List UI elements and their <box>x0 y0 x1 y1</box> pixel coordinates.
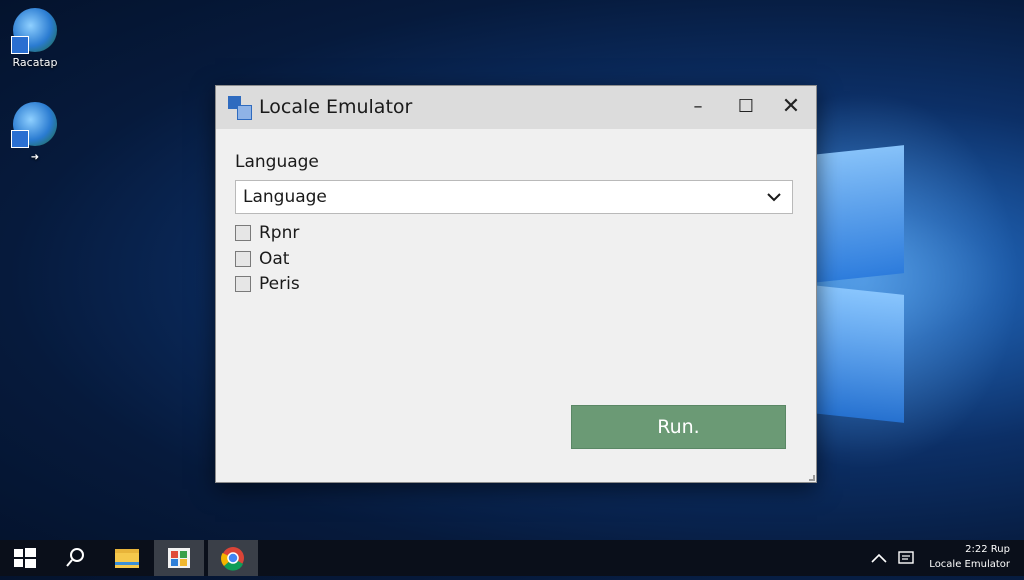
language-select-value: Language <box>243 187 327 207</box>
network-icon[interactable] <box>896 540 920 576</box>
checkbox[interactable] <box>235 251 251 267</box>
chevron-up-icon[interactable] <box>868 540 890 576</box>
minimize-button[interactable]: – <box>680 92 716 122</box>
maximize-button[interactable]: ☐ <box>728 92 764 122</box>
file-explorer-button[interactable] <box>102 540 152 576</box>
language-select[interactable]: Language <box>235 180 793 214</box>
title-bar[interactable]: Locale Emulator – ☐ ✕ <box>216 86 816 129</box>
checkbox-label: Oat <box>259 249 290 269</box>
locale-emulator-icon <box>228 96 252 120</box>
windows-start-icon <box>14 548 36 568</box>
checkbox[interactable] <box>235 225 251 241</box>
windows-wallpaper-logo <box>812 145 912 430</box>
chrome-icon <box>221 547 244 571</box>
taskbar: 2:22 Rup Locale Emulator <box>0 540 1024 576</box>
close-button[interactable]: ✕ <box>773 92 809 122</box>
locale-emulator-window: Locale Emulator – ☐ ✕ Language Language … <box>215 85 817 483</box>
chevron-down-icon <box>767 193 781 202</box>
desktop-icon-label: Racatap <box>12 56 58 69</box>
resize-grip[interactable] <box>809 475 815 481</box>
chrome-button[interactable] <box>208 540 258 576</box>
search-icon <box>66 548 84 567</box>
checkbox-label: Peris <box>259 274 300 294</box>
clock-time: 2:22 Rup <box>965 544 1010 555</box>
folder-icon <box>115 549 139 568</box>
desktop-icon-racatap[interactable]: Racatap <box>3 8 67 69</box>
run-button[interactable]: Run. <box>571 405 786 449</box>
system-clock[interactable]: 2:22 Rup Locale Emulator <box>928 542 1010 572</box>
checkbox[interactable] <box>235 276 251 292</box>
checkbox-label: Rpnr <box>259 223 300 243</box>
window-title: Locale Emulator <box>259 96 413 118</box>
globe-app-icon <box>11 8 57 54</box>
shortcut-arrow-icon: ➜ <box>30 152 40 163</box>
language-label: Language <box>235 152 319 172</box>
store-app-icon <box>168 548 190 568</box>
globe-app-icon <box>11 102 57 148</box>
tray-app-name: Locale Emulator <box>929 559 1010 570</box>
start-button[interactable] <box>0 540 50 576</box>
desktop-icon-second[interactable]: ➜ <box>3 102 67 163</box>
search-button[interactable] <box>50 540 100 576</box>
taskbar-app-button[interactable] <box>154 540 204 576</box>
